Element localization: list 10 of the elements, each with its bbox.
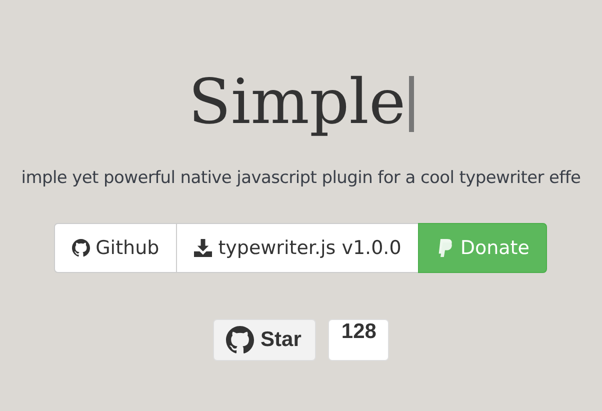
star-button[interactable]: Star [212, 319, 316, 361]
tagline: imple yet powerful native javascript plugin for a cool typewriter effe [21, 167, 581, 190]
page-title: Simple [188, 64, 406, 140]
github-icon [72, 239, 90, 257]
download-icon [194, 239, 212, 257]
github-icon [226, 326, 254, 354]
download-button[interactable]: typewriter.js v1.0.0 [176, 223, 420, 273]
star-count[interactable]: 128 [328, 319, 390, 361]
paypal-icon [436, 239, 454, 257]
github-button[interactable]: Github [54, 223, 178, 273]
